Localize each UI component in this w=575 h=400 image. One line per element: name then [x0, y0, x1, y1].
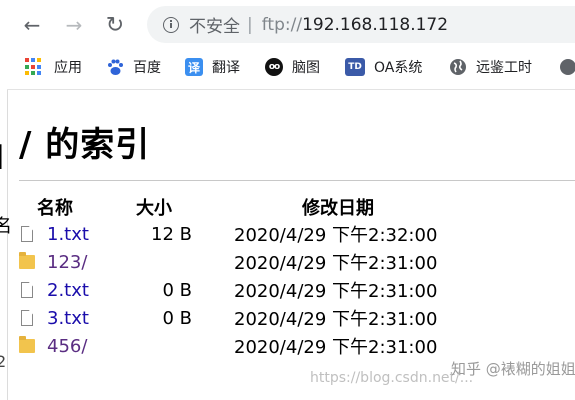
file-icon [21, 310, 33, 326]
file-size: 0 B [162, 307, 192, 329]
background-window-text: 2 [0, 352, 7, 371]
file-size [132, 248, 214, 276]
table-row: 123/ 2020/4/29 下午2:31:00 [17, 248, 437, 276]
folder-icon [19, 252, 35, 269]
bookmark-baidu[interactable]: 百度 [106, 53, 161, 81]
bookmark-label: 脑图 [292, 60, 320, 76]
file-date: 2020/4/29 下午2:31:00 [234, 253, 438, 274]
column-header-date[interactable]: 修改日期 [214, 194, 437, 220]
folder-link[interactable]: 456/ [47, 336, 87, 357]
browser-toolbar: ← → ↻ 不安全 | ftp:// 192.168.118.172 应用 百度… [7, 0, 575, 90]
info-icon[interactable] [163, 16, 179, 33]
bookmark-label: 应用 [54, 60, 82, 76]
file-link[interactable]: 3.txt [47, 308, 89, 329]
bookmark-mindmap[interactable]: oo 脑图 [265, 53, 320, 81]
bookmark-label: 远鉴工时 [476, 60, 532, 76]
page-title: / 的索引 [19, 125, 151, 165]
file-listing-table: 名称 大小 修改日期 1.txt 12 B 2020/4/29 下午2:32:0… [17, 194, 437, 360]
background-window-text: I [0, 138, 5, 178]
address-bar[interactable]: 不安全 | ftp:// 192.168.118.172 [147, 6, 575, 43]
file-link[interactable]: 1.txt [47, 224, 89, 245]
file-date: 2020/4/29 下午2:31:00 [234, 309, 438, 330]
address-separator: | [247, 14, 253, 35]
bookmark-translate[interactable]: 译 翻译 [185, 53, 240, 81]
file-link[interactable]: 2.txt [47, 280, 89, 301]
file-icon [21, 282, 33, 298]
folder-link[interactable]: 123/ [47, 252, 87, 273]
back-button[interactable]: ← [19, 12, 45, 38]
column-header-name[interactable]: 名称 [17, 194, 132, 220]
bookmark-timesheet[interactable]: 远鉴工时 [449, 53, 532, 81]
td-icon: TD [345, 58, 365, 76]
file-date: 2020/4/29 下午2:31:00 [234, 337, 438, 358]
table-row: 456/ 2020/4/29 下午2:31:00 [17, 332, 437, 360]
column-header-size[interactable]: 大小 [132, 194, 214, 220]
globe-icon [449, 58, 467, 76]
file-date: 2020/4/29 下午2:32:00 [234, 225, 438, 246]
globe-icon [559, 58, 575, 76]
bookmark-label: 百度 [133, 60, 161, 76]
file-icon [21, 226, 33, 242]
file-size: 0 B [162, 279, 192, 301]
file-date: 2020/4/29 下午2:31:00 [234, 281, 438, 302]
security-label[interactable]: 不安全 [189, 12, 240, 37]
watermark-url: https://blog.csdn.net/... [310, 370, 474, 386]
forward-button[interactable]: → [61, 12, 87, 38]
url-host: 192.168.118.172 [302, 14, 449, 35]
folder-icon [19, 336, 35, 353]
table-row: 1.txt 12 B 2020/4/29 下午2:32:00 [17, 220, 437, 248]
bookmark-oa[interactable]: TD OA系统 [345, 53, 422, 81]
bookmark-overflow[interactable] [559, 53, 575, 81]
file-size [132, 332, 214, 360]
baidu-paw-icon [106, 58, 124, 76]
reload-icon: ↻ [105, 12, 125, 38]
bookmark-label: 翻译 [212, 60, 240, 76]
divider [19, 180, 575, 181]
url-scheme: ftp:// [261, 14, 303, 35]
translate-icon: 译 [185, 58, 203, 76]
bookmark-label: OA系统 [374, 60, 423, 76]
bookmarks-bar: 应用 百度 译 翻译 oo 脑图 TD OA系统 远鉴工时 [7, 52, 575, 82]
table-row: 3.txt 0 B 2020/4/29 下午2:31:00 [17, 304, 437, 332]
page-content: / 的索引 名称 大小 修改日期 1.txt 12 B 2020/4/29 下午… [7, 90, 575, 400]
watermark-author: 知乎 @裱糊的姐姐 [451, 360, 575, 378]
forward-arrow-icon: → [65, 13, 83, 37]
owl-icon: oo [265, 58, 283, 76]
table-header-row: 名称 大小 修改日期 [17, 194, 437, 220]
table-row: 2.txt 0 B 2020/4/29 下午2:31:00 [17, 276, 437, 304]
back-arrow-icon: ← [23, 13, 41, 37]
file-size: 12 B [151, 223, 192, 245]
reload-button[interactable]: ↻ [102, 12, 128, 38]
bookmark-apps[interactable]: 应用 [25, 53, 82, 81]
apps-grid-icon [25, 58, 43, 76]
